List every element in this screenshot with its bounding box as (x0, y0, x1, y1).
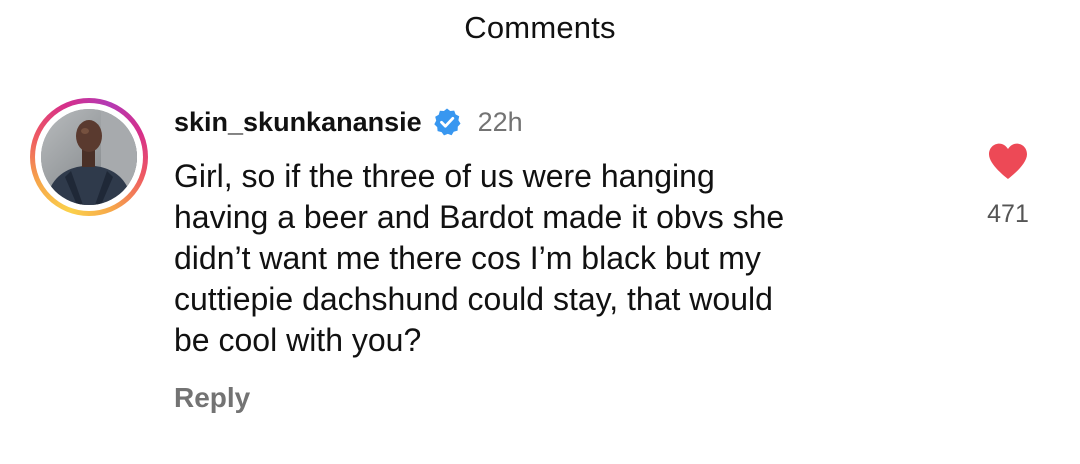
comments-screen: Comments skin_skunkanansie 22h Girl, so … (0, 0, 1080, 464)
comments-header: Comments (0, 0, 1080, 56)
avatar[interactable] (30, 98, 148, 216)
page-title: Comments (464, 10, 616, 45)
heart-icon[interactable] (987, 142, 1029, 180)
verified-badge-icon (432, 107, 462, 137)
username-link[interactable]: skin_skunkanansie (174, 107, 422, 138)
like-count: 471 (987, 200, 1029, 228)
comment-body: Girl, so if the three of us were hanging… (174, 158, 785, 358)
profile-photo (41, 109, 137, 205)
reply-button[interactable]: Reply (174, 382, 250, 414)
like-control: 471 (982, 142, 1034, 242)
comment-item: skin_skunkanansie 22h Girl, so if the th… (30, 98, 1050, 438)
comment-header-row: skin_skunkanansie 22h (174, 100, 523, 144)
comment-timestamp: 22h (477, 106, 523, 137)
